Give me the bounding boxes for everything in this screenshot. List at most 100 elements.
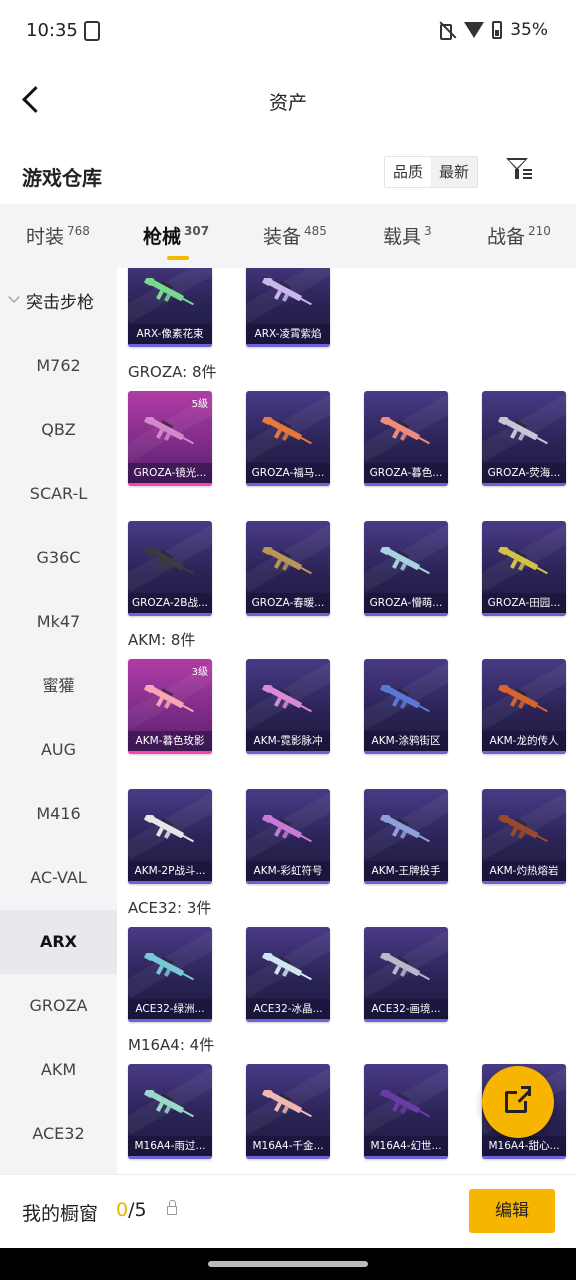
sidebar-group-assault-rifles[interactable]: 突击步枪 [0, 286, 117, 316]
skin-card[interactable]: AKM-彩虹符号 [246, 789, 330, 884]
skin-name: M16A4-千金... [246, 1136, 330, 1156]
rifle-icon [144, 953, 194, 981]
skin-grid: GROZA: 8件 AKM: 8件 ACE32: 3件 M16A4: 4件 AR… [117, 268, 576, 1174]
skin-name: AKM-灼热熔岩 [482, 861, 566, 881]
showcase-bar: 我的橱窗 0/5 编辑 [0, 1174, 576, 1248]
tab-guns[interactable]: 枪械 307 [143, 222, 209, 249]
rifle-icon [144, 1090, 194, 1118]
skin-name: ACE32-画境... [364, 999, 448, 1019]
skin-card[interactable]: GROZA-田园... [482, 521, 566, 616]
skin-name: AKM-2P战斗... [128, 861, 212, 881]
skin-name: AKM-涂鸦街区 [364, 731, 448, 751]
rifle-icon [262, 278, 312, 306]
tab-count: 768 [67, 224, 90, 238]
sidebar-item-mk47[interactable]: Mk47 [0, 590, 117, 654]
rifle-icon [380, 1090, 430, 1118]
skin-card[interactable]: ACE32-绿洲... [128, 927, 212, 1022]
sidebar-item-arx[interactable]: ARX [0, 910, 117, 974]
skin-name: GROZA-镜光... [128, 463, 212, 483]
skin-card[interactable]: AKM-涂鸦街区 [364, 659, 448, 754]
phone-app-icon [84, 21, 100, 41]
skin-card[interactable]: GROZA-2B战... [128, 521, 212, 616]
skin-card[interactable]: GROZA-懵萌... [364, 521, 448, 616]
skin-name: M16A4-甜心... [482, 1136, 566, 1156]
sidebar-item-honey-badger[interactable]: 蜜獾 [0, 654, 117, 718]
wifi-icon [464, 22, 485, 38]
rifle-icon [380, 953, 430, 981]
tab-fashion[interactable]: 时装 768 [26, 222, 90, 249]
skin-card[interactable]: GROZA-荧海... [482, 391, 566, 486]
skin-name: M16A4-幻世... [364, 1136, 448, 1156]
skin-card[interactable]: AKM-霓影脉冲 [246, 659, 330, 754]
share-button[interactable] [482, 1066, 554, 1138]
skin-card[interactable]: M16A4-千金... [246, 1064, 330, 1159]
system-nav-bar [0, 1248, 576, 1280]
rifle-icon [262, 417, 312, 445]
chevron-down-icon [8, 291, 20, 303]
tab-vehicles[interactable]: 载具 3 [383, 222, 432, 249]
skin-name: M16A4-雨过... [128, 1136, 212, 1156]
sidebar-item-groza[interactable]: GROZA [0, 974, 117, 1038]
sidebar-item-m416[interactable]: M416 [0, 782, 117, 846]
skin-card[interactable]: GROZA-福马... [246, 391, 330, 486]
home-gesture-bar[interactable] [208, 1261, 368, 1267]
skin-name: AKM-暮色玫影 [128, 731, 212, 751]
rifle-icon [380, 417, 430, 445]
warehouse-header: 游戏仓库 品质 最新 [0, 140, 576, 204]
skin-card[interactable]: M16A4-幻世... [364, 1064, 448, 1159]
sidebar-item-ac-val[interactable]: AC-VAL [0, 846, 117, 910]
tab-supplies[interactable]: 战备 210 [487, 222, 551, 249]
skin-card[interactable]: ACE32-冰晶... [246, 927, 330, 1022]
skin-card[interactable]: 3级 AKM-暮色玫影 [128, 659, 212, 754]
rifle-icon [380, 815, 430, 843]
skin-name: GROZA-荧海... [482, 463, 566, 483]
sidebar-item-akm[interactable]: AKM [0, 1038, 117, 1102]
tab-equipment[interactable]: 装备 485 [263, 222, 327, 249]
skin-card[interactable]: M16A4-雨过... [128, 1064, 212, 1159]
rifle-icon [498, 685, 548, 713]
skin-card[interactable]: AKM-2P战斗... [128, 789, 212, 884]
sidebar-item-ace32[interactable]: ACE32 [0, 1102, 117, 1166]
rifle-icon [144, 815, 194, 843]
skin-card[interactable]: GROZA-暮色... [364, 391, 448, 486]
sort-latest[interactable]: 最新 [431, 157, 477, 187]
nav-bar: 资产 [0, 62, 576, 138]
sort-toggle: 品质 最新 [384, 156, 479, 188]
skin-card[interactable]: AKM-王牌投手 [364, 789, 448, 884]
skin-card[interactable]: GROZA-春暖... [246, 521, 330, 616]
edit-button[interactable]: 编辑 [469, 1189, 555, 1233]
tab-count: 3 [424, 224, 432, 238]
skin-card[interactable]: ARX-像素花束 [128, 268, 212, 347]
skin-card[interactable]: AKM-龙的传人 [482, 659, 566, 754]
sort-quality[interactable]: 品质 [385, 157, 432, 187]
sidebar-item-m762[interactable]: M762 [0, 334, 117, 398]
skin-name: GROZA-福马... [246, 463, 330, 483]
skin-name: GROZA-田园... [482, 593, 566, 613]
lock-icon [167, 1200, 177, 1215]
filter-icon[interactable] [504, 154, 534, 184]
rifle-icon [144, 417, 194, 445]
skin-card[interactable]: 5级 GROZA-镜光... [128, 391, 212, 486]
sidebar-item-scar-l[interactable]: SCAR-L [0, 462, 117, 526]
mute-icon [438, 21, 456, 40]
skin-card[interactable]: ACE32-画境... [364, 927, 448, 1022]
skin-name: ACE32-冰晶... [246, 999, 330, 1019]
skin-name: ARX-凌霄紫焰 [246, 324, 330, 344]
showcase-count: 0/5 [116, 1199, 147, 1221]
showcase-label: 我的橱窗 [22, 1203, 99, 1225]
skin-card[interactable]: ARX-凌霄紫焰 [246, 268, 330, 347]
sidebar-group-label: 突击步枪 [26, 293, 94, 313]
active-tab-indicator [167, 256, 189, 260]
skin-name: GROZA-懵萌... [364, 593, 448, 613]
sidebar-item-aug[interactable]: AUG [0, 718, 117, 782]
rifle-icon [262, 815, 312, 843]
skin-name: GROZA-2B战... [128, 593, 212, 613]
skin-card[interactable]: AKM-灼热熔岩 [482, 789, 566, 884]
tab-label: 载具 [383, 226, 422, 248]
rifle-icon [498, 815, 548, 843]
tab-count: 485 [304, 224, 327, 238]
level-badge: 5级 [191, 399, 208, 410]
sidebar-item-g36c[interactable]: G36C [0, 526, 117, 590]
sidebar-item-qbz[interactable]: QBZ [0, 398, 117, 462]
rifle-icon [144, 547, 194, 575]
